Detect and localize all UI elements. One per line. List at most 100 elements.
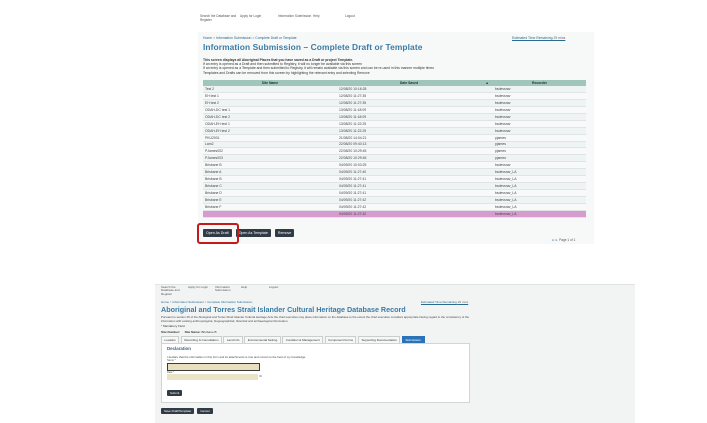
- cell-recorder: bsdevsrav: [493, 99, 586, 107]
- cell-site-name: Brisbane B: [203, 161, 337, 170]
- intro-line: Templates and Drafts can be removed from…: [203, 70, 370, 75]
- cell-recorder: bsdevsrav_LA: [493, 182, 586, 191]
- remove-button[interactable]: Remove: [274, 229, 295, 237]
- save-draft-template-button[interactable]: Save Draft/Template: [161, 408, 195, 414]
- nav-help[interactable]: Help: [241, 285, 269, 296]
- pager-arrows-icon[interactable]: ◄ ►: [551, 238, 558, 242]
- time-remaining: Estimated Time Remaining 29 mins: [421, 300, 468, 304]
- time-remaining-value: 29 mins: [553, 36, 566, 40]
- cell-recorder: bsdevsrav_LA: [493, 189, 586, 197]
- cell-date-saved: 13/08/20 11:18:09: [337, 106, 481, 114]
- mandatory-note-text: Mandatory Field: [163, 324, 185, 328]
- cell-spacer: [481, 127, 493, 135]
- nav-search-register[interactable]: Search the Database and Register: [161, 285, 188, 296]
- pager-text: Page 1 of 1: [559, 238, 576, 242]
- submission-panel: [161, 343, 470, 403]
- pagination: ◄ ► Page 1 of 1: [551, 238, 575, 242]
- cell-date-saved: 12/08/20 11:27:35: [337, 99, 481, 107]
- table-row[interactable]: Brisbane C 04/09/20 11:27:41 bsdevsrav_LA: [203, 182, 586, 191]
- table-row[interactable]: Brisbane D 04/09/20 11:27:41 bsdevsrav_LA: [203, 189, 586, 197]
- cell-spacer: [481, 120, 493, 128]
- cell-site-name: Brisbane D: [203, 189, 337, 197]
- date-field[interactable]: [167, 374, 258, 380]
- cell-spacer: [481, 154, 493, 163]
- site-name-label: Site Name:: [184, 330, 201, 334]
- table-row[interactable]: EH test 2 12/08/20 11:27:35 bsdevsrav: [203, 99, 586, 107]
- breadcrumb-home[interactable]: Home: [203, 36, 212, 40]
- cell-date-saved: 04/09/20 11:27:41: [337, 189, 481, 197]
- cell-site-name: [203, 210, 337, 218]
- cell-date-saved: 22/08/20 10:29:45: [337, 154, 481, 163]
- table-row[interactable]: EH test 1 12/08/20 11:27:35 bsdevsrav: [203, 92, 586, 100]
- breadcrumb-home[interactable]: Home: [161, 300, 169, 304]
- name-label-text: Name: [167, 359, 174, 362]
- site-info: Site Number: Site Name: Brisbane B: [161, 330, 217, 334]
- table-row[interactable]: PJames002 22/08/20 10:29:45 pjames: [203, 147, 586, 156]
- table-row[interactable]: ODAH-DC test 1 13/08/20 11:18:09 bsdevsrav: [203, 106, 586, 114]
- open-as-template-button[interactable]: Open As Template: [235, 229, 271, 237]
- page-title: Aboriginal and Torres Strait Islander Cu…: [161, 305, 406, 314]
- nav-information-submission[interactable]: Information Submission: [278, 14, 313, 32]
- cell-site-name: ODAH-EH test 1: [203, 120, 337, 128]
- cell-recorder: bsdevsrav: [493, 92, 586, 100]
- cell-site-name: Lam2: [203, 141, 337, 149]
- cell-recorder: bsdevsrav: [493, 113, 586, 121]
- nav-information-submission[interactable]: Information Submission: [215, 285, 241, 296]
- breadcrumb-information-submission[interactable]: Information Submission: [172, 300, 203, 304]
- cell-site-name: PKU2001: [203, 134, 337, 142]
- cell-date-saved: 04/09/20 11:27:41: [337, 175, 481, 184]
- nav-search-register[interactable]: Search the Database and Register: [200, 14, 240, 32]
- time-remaining-link[interactable]: Estimated Time Remaining: [512, 36, 553, 40]
- cell-spacer: [481, 147, 493, 156]
- nav-logout[interactable]: Logout: [269, 285, 296, 296]
- cell-recorder: bsdevsrav_LA: [493, 196, 586, 204]
- table-row[interactable]: 04/09/20 11:27:42 bsdevsrav_LA: [203, 210, 586, 218]
- nav-apply-login[interactable]: Apply for Login: [188, 285, 215, 296]
- cell-date-saved: 04/09/20 11:27:42: [337, 196, 481, 204]
- cell-recorder: pjames: [493, 147, 586, 156]
- bottom-nav-bar: Search the Database and Register Apply f…: [161, 285, 296, 296]
- table-row[interactable]: Brisbane F 04/09/20 11:27:42 bsdevsrav_LA: [203, 203, 586, 211]
- declaration-text: I declare that the information in this f…: [167, 355, 306, 359]
- highlight-box: [197, 223, 239, 244]
- cell-recorder: pjames: [493, 154, 586, 163]
- nav-logout[interactable]: Logout: [345, 14, 383, 32]
- table-row[interactable]: PJames003 22/08/20 10:29:45 pjames: [203, 154, 586, 163]
- cell-site-name: ODAH-DC test 2: [203, 113, 337, 121]
- time-remaining-value: 29 mins: [457, 300, 469, 304]
- cell-recorder: bsdevsrav_LA: [493, 168, 586, 177]
- table-row[interactable]: Brisbane B 04/09/20 11:27:41 bsdevsrav_LA: [203, 175, 586, 184]
- cell-recorder: bsdevsrav_LA: [493, 210, 586, 218]
- cell-spacer: [481, 182, 493, 191]
- cell-date-saved: 04/09/20 11:27:41: [337, 182, 481, 191]
- table-row[interactable]: Lam2 22/08/20 09:40:13 pjames: [203, 141, 586, 149]
- cell-date-saved: 13/08/20 11:22:25: [337, 120, 481, 128]
- cell-recorder: bsdevsrav: [493, 120, 586, 128]
- cell-site-name: Brisbane F: [203, 203, 337, 211]
- cell-recorder: pjames: [493, 141, 586, 149]
- cell-date-saved: 13/08/20 11:22:25: [337, 127, 481, 135]
- cell-site-name: Brisbane C: [203, 182, 337, 191]
- cell-spacer: [481, 106, 493, 114]
- table-row[interactable]: ODAH-DC test 2 13/08/20 11:18:09 bsdevsrav: [203, 113, 586, 121]
- time-remaining-link[interactable]: Estimated Time Remaining: [421, 300, 457, 304]
- name-field[interactable]: [167, 363, 260, 371]
- page-intro: This screen displays all Aboriginal Plac…: [203, 58, 583, 75]
- nav-apply-login[interactable]: Apply for Login: [240, 14, 278, 32]
- cancel-button[interactable]: Cancel: [197, 408, 213, 414]
- table-row[interactable]: Brisbane B 04/09/20 10:03:25 bsdevsrav: [203, 161, 586, 170]
- table-row[interactable]: ODAH-EH test 1 13/08/20 11:22:25 bsdevsrav: [203, 120, 586, 128]
- submit-button[interactable]: Submit: [167, 390, 183, 396]
- cell-spacer: [481, 168, 493, 177]
- required-asterisk-icon: *: [174, 359, 176, 362]
- table-row[interactable]: PKU2001 21/08/20 14:04:21 pjames: [203, 134, 586, 142]
- cell-spacer: [481, 99, 493, 107]
- cell-date-saved: 04/09/20 11:27:42: [337, 203, 481, 211]
- table-row[interactable]: ODAH-EH test 2 13/08/20 11:22:25 bsdevsrav: [203, 127, 586, 135]
- table-row[interactable]: Brisbane E 04/09/20 11:27:42 bsdevsrav_LA: [203, 196, 586, 204]
- breadcrumb-information-submission[interactable]: Information Submission: [216, 36, 251, 40]
- cell-site-name: EH test 2: [203, 99, 337, 107]
- table-row[interactable]: Brisbane A 04/09/20 11:27:40 bsdevsrav_LA: [203, 168, 586, 177]
- nav-help[interactable]: Help: [313, 14, 345, 32]
- cell-date-saved: 04/09/20 11:27:42: [337, 210, 481, 218]
